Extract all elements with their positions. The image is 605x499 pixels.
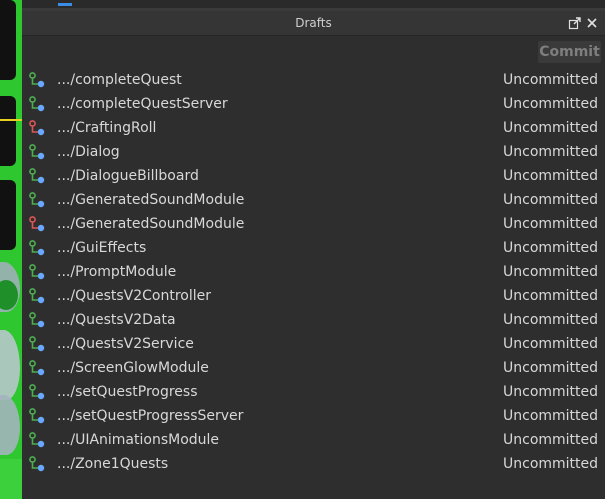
draft-script-name: .../Zone1Quests [57, 456, 169, 472]
script-green-icon [29, 96, 47, 112]
close-icon[interactable] [585, 16, 599, 30]
draft-status: Uncommitted [503, 360, 599, 376]
draft-script-name: .../setQuestProgress [57, 384, 198, 400]
script-green-icon [29, 456, 47, 472]
draft-status: Uncommitted [503, 72, 599, 88]
script-green-icon [29, 264, 47, 280]
draft-script-name: .../QuestsV2Data [57, 312, 176, 328]
draft-status: Uncommitted [503, 192, 599, 208]
game-viewport[interactable] [0, 0, 22, 499]
draft-script-name: .../GeneratedSoundModule [57, 192, 245, 208]
draft-row[interactable]: .../completeQuestServer Uncommitted [22, 92, 605, 116]
draft-status: Uncommitted [503, 408, 599, 424]
draft-row[interactable]: .../ScreenGlowModule Uncommitted [22, 356, 605, 380]
draft-row[interactable]: .../QuestsV2Data Uncommitted [22, 308, 605, 332]
script-green-icon [29, 168, 47, 184]
selection-indicator [58, 3, 72, 6]
draft-row[interactable]: .../GeneratedSoundModule Uncommitted [22, 188, 605, 212]
draft-status: Uncommitted [503, 240, 599, 256]
undock-icon[interactable] [568, 16, 582, 30]
draft-script-name: .../GeneratedSoundModule [57, 216, 245, 232]
draft-status: Uncommitted [503, 336, 599, 352]
draft-row[interactable]: .../QuestsV2Service Uncommitted [22, 332, 605, 356]
draft-status: Uncommitted [503, 456, 599, 472]
draft-row[interactable]: .../setQuestProgress Uncommitted [22, 380, 605, 404]
draft-row[interactable]: .../PromptModule Uncommitted [22, 260, 605, 284]
draft-row[interactable]: .../CraftingRoll Uncommitted [22, 116, 605, 140]
script-green-icon [29, 144, 47, 160]
draft-row[interactable]: .../DialogueBillboard Uncommitted [22, 164, 605, 188]
drafts-list: .../completeQuest Uncommitted .../complete… [22, 68, 605, 476]
draft-script-name: .../setQuestProgressServer [57, 408, 244, 424]
script-red-icon [29, 120, 47, 136]
commit-button[interactable]: Commit [538, 41, 601, 63]
draft-status: Uncommitted [503, 216, 599, 232]
draft-script-name: .../QuestsV2Service [57, 336, 194, 352]
draft-script-name: .../completeQuestServer [57, 96, 228, 112]
drafts-titlebar[interactable]: Drafts [22, 11, 605, 36]
panel-title: Drafts [295, 16, 332, 30]
script-green-icon [29, 432, 47, 448]
draft-status: Uncommitted [503, 312, 599, 328]
draft-status: Uncommitted [503, 168, 599, 184]
draft-status: Uncommitted [503, 288, 599, 304]
draft-status: Uncommitted [503, 96, 599, 112]
drafts-panel: Drafts Commit .../completeQuest Uncommitt… [22, 11, 605, 499]
script-green-icon [29, 72, 47, 88]
viewport-dark-shape [0, 96, 16, 166]
draft-script-name: .../UIAnimationsModule [57, 432, 220, 448]
draft-script-name: .../ScreenGlowModule [57, 360, 209, 376]
script-green-icon [29, 240, 47, 256]
viewport-yellow-line [0, 119, 22, 121]
draft-status: Uncommitted [503, 384, 599, 400]
script-green-icon [29, 336, 47, 352]
viewport-rock [0, 395, 20, 455]
script-green-icon [29, 360, 47, 376]
draft-status: Uncommitted [503, 120, 599, 136]
script-green-icon [29, 288, 47, 304]
draft-script-name: .../GuiEffects [57, 240, 147, 256]
draft-script-name: .../DialogueBillboard [57, 168, 199, 184]
draft-row[interactable]: .../GeneratedSoundModule Uncommitted [22, 212, 605, 236]
draft-row[interactable]: .../completeQuest Uncommitted [22, 68, 605, 92]
viewport-grass [0, 459, 22, 499]
draft-status: Uncommitted [503, 264, 599, 280]
draft-script-name: .../Dialog [57, 144, 120, 160]
draft-row[interactable]: .../GuiEffects Uncommitted [22, 236, 605, 260]
draft-script-name: .../PromptModule [57, 264, 177, 280]
draft-status: Uncommitted [503, 144, 599, 160]
script-green-icon [29, 192, 47, 208]
previous-panel-strip [22, 0, 605, 8]
draft-row[interactable]: .../UIAnimationsModule Uncommitted [22, 428, 605, 452]
draft-status: Uncommitted [503, 432, 599, 448]
script-green-icon [29, 408, 47, 424]
viewport-dark-shape [0, 0, 16, 80]
draft-script-name: .../completeQuest [57, 72, 182, 88]
draft-script-name: .../CraftingRoll [57, 120, 157, 136]
draft-row[interactable]: .../QuestsV2Controller Uncommitted [22, 284, 605, 308]
draft-script-name: .../QuestsV2Controller [57, 288, 211, 304]
script-green-icon [29, 384, 47, 400]
studio-window: Drafts Commit .../completeQuest Uncommitt… [0, 0, 605, 499]
draft-row[interactable]: .../setQuestProgressServer Uncommitted [22, 404, 605, 428]
draft-row[interactable]: .../Zone1Quests Uncommitted [22, 452, 605, 476]
script-green-icon [29, 312, 47, 328]
viewport-dark-shape [0, 180, 16, 250]
draft-row[interactable]: .../Dialog Uncommitted [22, 140, 605, 164]
viewport-rock [0, 330, 20, 400]
script-red-icon [29, 216, 47, 232]
